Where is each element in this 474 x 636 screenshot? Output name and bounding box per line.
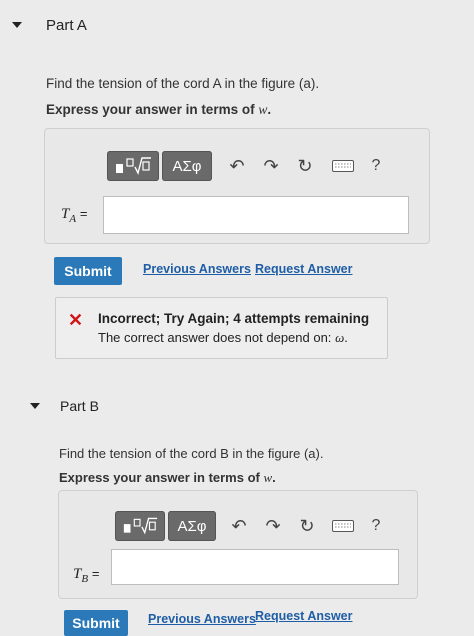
instruction-variable: w: [258, 102, 268, 117]
part-b-prompt: Find the tension of the cord B in the fi…: [59, 446, 324, 461]
keyboard-icon[interactable]: [328, 160, 358, 172]
part-b-previous-answers-link[interactable]: Previous Answers: [148, 612, 256, 626]
redo-icon[interactable]: ↷: [258, 516, 288, 537]
part-b-title[interactable]: Part B: [60, 398, 99, 414]
part-b-toolbar: ΑΣφ ↶ ↷ ↻ ?: [115, 511, 388, 541]
variable-subscript: B: [81, 573, 89, 585]
part-a-submit-button[interactable]: Submit: [54, 257, 122, 285]
equals-sign: =: [79, 206, 88, 221]
part-a-previous-answers-link[interactable]: Previous Answers: [143, 262, 251, 276]
feedback-body-text: The correct answer does not depend on:: [98, 330, 332, 345]
part-b-answer-input[interactable]: [111, 549, 399, 585]
instruction-variable: w: [263, 470, 273, 485]
sqrt-template-icon: [116, 157, 151, 175]
part-a-toolbar: ΑΣφ ↶ ↷ ↻ ?: [107, 151, 388, 181]
feedback-title: Incorrect; Try Again; 4 attempts remaini…: [98, 311, 370, 326]
equals-sign: =: [91, 566, 100, 581]
part-b-instruction: Express your answer in terms of w.: [59, 470, 276, 486]
part-a-answer-input[interactable]: [103, 196, 409, 234]
greek-symbols-button[interactable]: ΑΣφ: [168, 511, 216, 541]
instruction-period: .: [267, 102, 272, 117]
feedback-body-period: .: [344, 330, 348, 345]
keyboard-icon[interactable]: [328, 520, 358, 532]
instruction-text: Express your answer in terms of: [46, 102, 255, 117]
undo-icon[interactable]: ↶: [222, 156, 252, 177]
part-a-title[interactable]: Part A: [46, 17, 87, 34]
reset-icon[interactable]: ↻: [290, 156, 320, 177]
part-a-instruction: Express your answer in terms of w.: [46, 102, 271, 118]
part-a-prompt: Find the tension of the cord A in the fi…: [46, 76, 320, 91]
part-b-variable-label: TB =: [73, 566, 99, 585]
math-template-button[interactable]: [107, 151, 159, 181]
sqrt-template-icon: [123, 517, 158, 535]
help-icon[interactable]: ?: [364, 517, 388, 535]
reset-icon[interactable]: ↻: [292, 516, 322, 537]
greek-symbols-button[interactable]: ΑΣφ: [162, 151, 212, 181]
part-a-variable-label: TA =: [61, 206, 87, 225]
instruction-text: Express your answer in terms of: [59, 470, 260, 485]
part-b-submit-button[interactable]: Submit: [64, 610, 128, 636]
part-a-feedback-box: ✕ Incorrect; Try Again; 4 attempts remai…: [55, 297, 388, 359]
variable-subscript: A: [69, 213, 77, 225]
part-b-answer-panel: ΑΣφ ↶ ↷ ↻ ? TB =: [58, 490, 418, 599]
part-b-collapse-icon[interactable]: [30, 403, 40, 409]
instruction-period: .: [272, 470, 276, 485]
feedback-body: The correct answer does not depend on: ω…: [98, 330, 348, 346]
part-a-answer-panel: ΑΣφ ↶ ↷ ↻ ? TA =: [44, 128, 430, 244]
help-icon[interactable]: ?: [364, 157, 388, 175]
part-b-request-answer-link[interactable]: Request Answer: [255, 609, 352, 623]
part-a-request-answer-link[interactable]: Request Answer: [255, 262, 352, 276]
feedback-body-variable: ω: [335, 330, 345, 345]
redo-icon[interactable]: ↷: [256, 156, 286, 177]
part-a-collapse-icon[interactable]: [12, 22, 22, 28]
incorrect-x-icon: ✕: [68, 310, 84, 330]
math-template-button[interactable]: [115, 511, 165, 541]
undo-icon[interactable]: ↶: [224, 516, 254, 537]
